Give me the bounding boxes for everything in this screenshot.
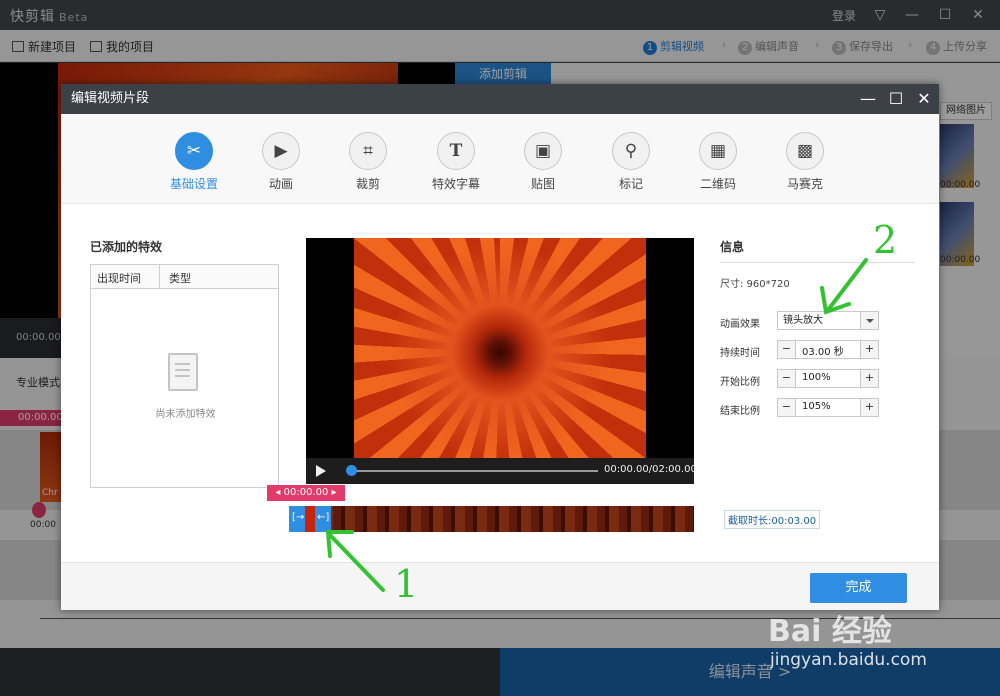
minus-icon[interactable]: − — [778, 399, 796, 416]
duration-stepper[interactable]: − 03.00 秒 + — [777, 340, 879, 359]
video-preview — [306, 238, 694, 458]
tab-label: 动画 — [268, 177, 293, 191]
range-start-handle-icon[interactable]: [→ — [292, 512, 304, 523]
animation-effect-select[interactable]: 镜头放大 — [777, 311, 879, 330]
play-icon[interactable] — [316, 465, 326, 477]
effects-table-header: 出现时间 类型 — [91, 265, 278, 289]
minus-icon[interactable]: − — [778, 341, 796, 358]
tab-label: 特效字幕 — [431, 177, 480, 191]
column-header-type: 类型 — [169, 272, 191, 285]
edit-clip-dialog: 编辑视频片段 — ☐ ✕ ✂ 基础设置 ▶ 动画 ⌗ 裁剪 T 特效字幕 ▣ 贴… — [61, 84, 939, 610]
animation-effect-label: 动画效果 — [720, 319, 760, 330]
minimize-icon[interactable]: — — [855, 84, 881, 114]
tab-label: 裁剪 — [355, 177, 380, 191]
start-scale-stepper[interactable]: − 100% + — [777, 369, 879, 388]
empty-effects-text: 尚未添加特效 — [155, 409, 216, 420]
plus-icon[interactable]: + — [860, 370, 878, 387]
info-size: 尺寸: 960*720 — [720, 279, 790, 290]
dialog-footer — [61, 562, 939, 610]
mosaic-icon: ▩ — [786, 132, 824, 170]
dialog-tab-bar: ✂ 基础设置 ▶ 动画 ⌗ 裁剪 T 特效字幕 ▣ 贴图 ⚲ 标记 ▦ 二维码 … — [61, 114, 939, 204]
empty-document-icon — [168, 353, 198, 391]
info-divider — [720, 262, 915, 263]
tab-animation[interactable]: ▶ 动画 — [246, 132, 316, 192]
clip-playhead-time: 00:00.00 — [283, 487, 329, 498]
effects-title: 已添加的特效 — [90, 240, 163, 254]
dialog-title: 编辑视频片段 — [61, 84, 939, 114]
pin-icon: ⚲ — [612, 132, 650, 170]
text-icon: T — [437, 132, 475, 170]
column-header-time: 出现时间 — [97, 272, 141, 285]
play-box-icon: ▶ — [262, 132, 300, 170]
duration-value[interactable]: 03.00 秒 — [802, 343, 844, 358]
animation-effect-value: 镜头放大 — [783, 315, 823, 326]
duration-label: 持续时间 — [720, 348, 760, 359]
annotation-label-1: 1 — [394, 562, 419, 606]
minus-icon[interactable]: − — [778, 370, 796, 387]
baidu-watermark-url: jingyan.baidu.com — [770, 650, 927, 670]
image-icon: ▣ — [524, 132, 562, 170]
qrcode-icon: ▦ — [699, 132, 737, 170]
start-scale-value[interactable]: 100% — [802, 372, 831, 383]
end-scale-label: 结束比例 — [720, 406, 760, 417]
tab-basic-settings[interactable]: ✂ 基础设置 — [159, 132, 229, 192]
tab-crop[interactable]: ⌗ 裁剪 — [333, 132, 403, 192]
clip-filmstrip[interactable] — [289, 506, 694, 532]
baidu-watermark-logo: Bai 经验 — [768, 614, 892, 649]
column-divider — [159, 265, 160, 289]
preview-image — [354, 238, 646, 458]
effects-table: 出现时间 类型 尚未添加特效 — [90, 264, 279, 488]
close-icon[interactable]: ✕ — [911, 84, 937, 114]
tab-qrcode[interactable]: ▦ 二维码 — [683, 132, 753, 192]
tab-sticker[interactable]: ▣ 贴图 — [508, 132, 578, 192]
selection-frame — [305, 506, 315, 532]
tab-label: 标记 — [618, 177, 643, 191]
chevron-down-icon[interactable] — [860, 312, 878, 329]
crop-icon: ⌗ — [349, 132, 387, 170]
tab-label: 基础设置 — [169, 177, 218, 191]
tab-marker[interactable]: ⚲ 标记 — [596, 132, 666, 192]
plus-icon[interactable]: + — [860, 341, 878, 358]
annotation-label-2: 2 — [873, 218, 898, 262]
end-scale-value[interactable]: 105% — [802, 401, 831, 412]
end-scale-stepper[interactable]: − 105% + — [777, 398, 879, 417]
range-end-handle-icon[interactable]: ←] — [317, 512, 329, 523]
maximize-icon[interactable]: ☐ — [883, 84, 909, 114]
scissors-icon: ✂ — [175, 132, 213, 170]
plus-icon[interactable]: + — [860, 399, 878, 416]
player-time: 00:00.00/02:00.00 — [604, 464, 697, 475]
player-controls: 00:00.00/02:00.00 — [306, 458, 697, 484]
progress-bar[interactable] — [348, 470, 598, 472]
tab-effect-subtitle[interactable]: T 特效字幕 — [421, 132, 491, 192]
tab-label: 马赛克 — [786, 177, 823, 191]
tab-label: 贴图 — [530, 177, 555, 191]
cut-duration: 截取时长:00:03.00 — [724, 510, 821, 529]
info-title: 信息 — [720, 240, 745, 254]
progress-handle[interactable] — [346, 465, 357, 476]
start-scale-label: 开始比例 — [720, 377, 760, 388]
tab-mosaic[interactable]: ▩ 马赛克 — [770, 132, 840, 192]
done-button[interactable]: 完成 — [810, 573, 907, 603]
clip-playhead[interactable]: ◂ 00:00.00 ▸ — [267, 485, 345, 501]
tab-label: 二维码 — [699, 177, 736, 191]
